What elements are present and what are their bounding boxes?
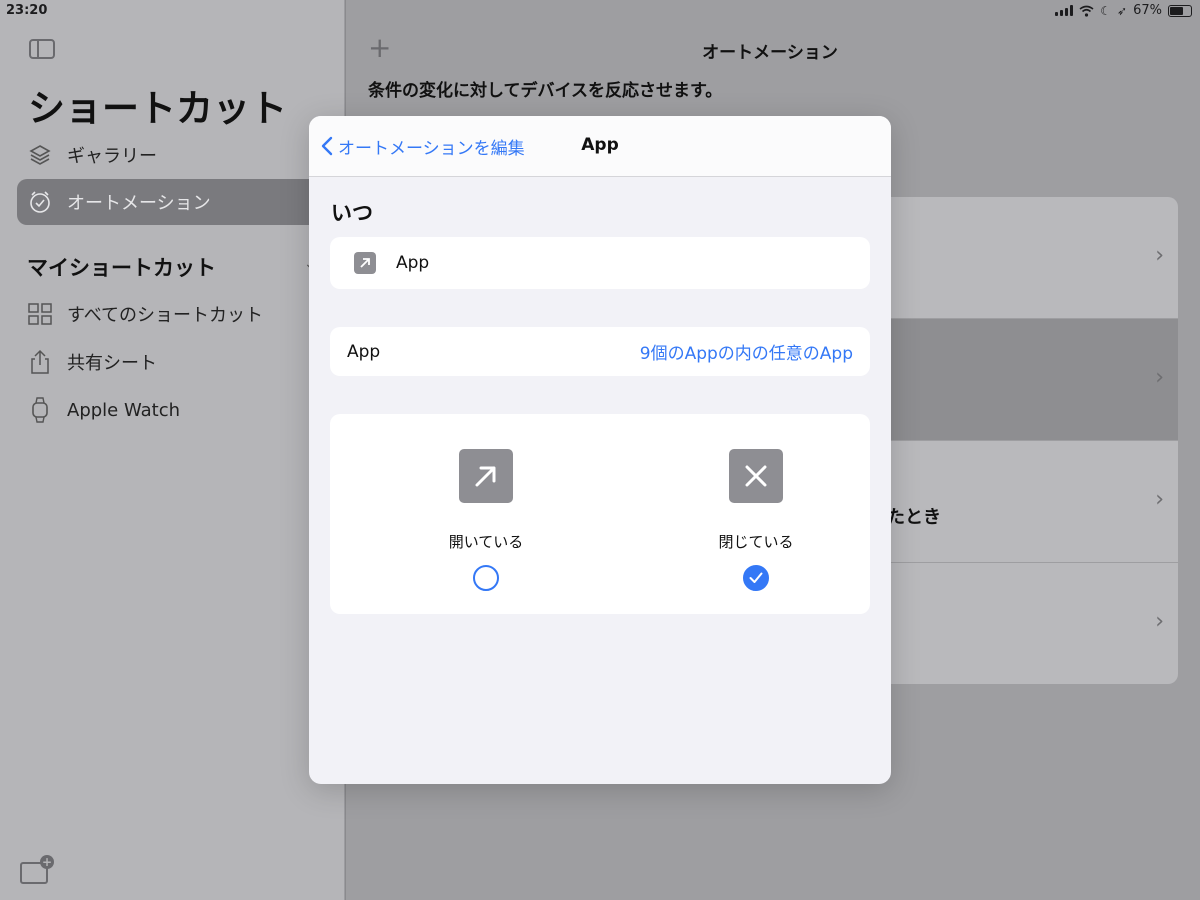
sidebar-item-share-sheet[interactable]: 共有シート (17, 339, 347, 385)
layers-icon (27, 142, 53, 168)
automation-card[interactable]: › (880, 563, 1178, 684)
radio-checked[interactable] (743, 565, 769, 591)
moon-icon: ☾ (1100, 3, 1112, 18)
sidebar-item-label: Apple Watch (67, 399, 181, 421)
automation-card[interactable]: › (880, 319, 1178, 440)
chevron-right-icon: › (1155, 487, 1164, 512)
battery-icon (1168, 4, 1192, 17)
chevron-left-icon (321, 136, 333, 158)
sidebar-item-gallery[interactable]: ギャラリー (17, 132, 347, 178)
signal-icon (1055, 5, 1074, 16)
add-automation-icon[interactable]: + (368, 34, 391, 62)
sidebar-item-label: オートメーション (67, 193, 211, 214)
automation-card[interactable]: › (880, 441, 1178, 562)
new-folder-icon[interactable]: + (20, 855, 54, 884)
close-x-icon (729, 449, 783, 503)
my-shortcuts-header: マイショートカット (27, 256, 216, 280)
automation-card-text: たとき (887, 507, 941, 528)
page-subtitle: 条件の変化に対してデバイスを反応させます。 (368, 81, 723, 101)
chevron-right-icon: › (1155, 365, 1164, 390)
status-bar: 23:20 ☾ ➶ 67% (0, 0, 1200, 22)
app-select-row[interactable]: App 9個のAppの内の任意のApp (330, 327, 870, 376)
battery-percent: 67% (1133, 3, 1162, 18)
app-trigger-modal: オートメーションを編集 App いつ App App 9個のAppの内の任意のA… (309, 116, 891, 784)
status-indicators: ☾ ➶ 67% (1055, 3, 1192, 18)
back-label: オートメーションを編集 (338, 139, 525, 159)
sidebar-item-label: ギャラリー (67, 146, 157, 167)
app-row-label: App (347, 341, 381, 362)
checkmark-icon (749, 572, 763, 583)
choice-open[interactable]: 開いている (386, 414, 586, 614)
sidebar-item-all-shortcuts[interactable]: すべてのショートカット 1 (17, 291, 347, 337)
choice-label: 開いている (448, 533, 524, 551)
choice-closed[interactable]: 閉じている (656, 414, 856, 614)
share-icon (27, 349, 53, 375)
clock-check-icon (27, 189, 53, 215)
sidebar-item-label: 共有シート (67, 353, 157, 374)
location-icon: ➶ (1117, 3, 1128, 18)
chevron-right-icon: › (1155, 243, 1164, 268)
open-arrow-icon (459, 449, 513, 503)
trigger-label: App (396, 253, 430, 273)
sidebar-toggle-icon[interactable] (29, 39, 55, 59)
chevron-right-icon: › (1155, 609, 1164, 634)
modal-nav-bar: オートメーションを編集 App (309, 116, 891, 177)
status-time: 23:20 (6, 3, 48, 18)
watch-icon (27, 397, 53, 423)
page-title: オートメーション (702, 43, 838, 63)
choice-label: 閉じている (718, 533, 794, 551)
sidebar: ショートカット ギャラリー オートメーション マイショートカット ⌄ すべてのシ… (0, 0, 347, 900)
sidebar-item-apple-watch[interactable]: Apple Watch 1 (17, 387, 347, 433)
wifi-icon (1079, 5, 1094, 17)
back-button[interactable]: オートメーションを編集 (321, 134, 525, 159)
section-header-when: いつ (331, 201, 373, 225)
app-arrow-icon (354, 252, 376, 274)
app-row-value[interactable]: 9個のAppの内の任意のApp (640, 339, 853, 364)
sidebar-title: ショートカット (28, 87, 287, 130)
trigger-row[interactable]: App (330, 237, 870, 289)
state-choices: 開いている 閉じている (330, 414, 870, 614)
sidebar-item-label: すべてのショートカット (67, 305, 264, 326)
grid-icon (27, 301, 53, 327)
radio-unchecked[interactable] (473, 565, 499, 591)
automation-card[interactable]: › (880, 197, 1178, 318)
sidebar-item-automation[interactable]: オートメーション (17, 179, 347, 225)
